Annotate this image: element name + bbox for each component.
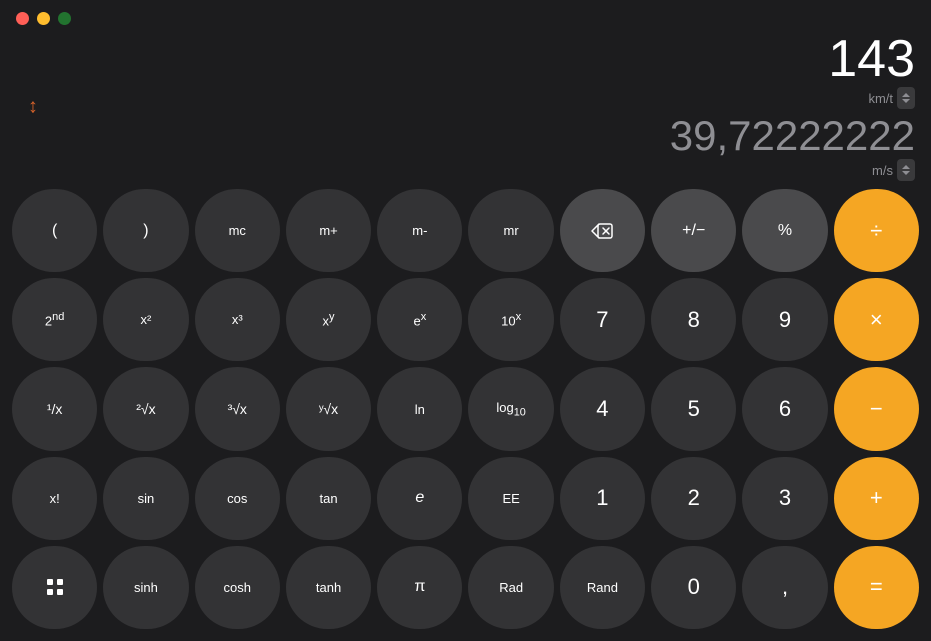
- four-button[interactable]: 4: [560, 367, 645, 450]
- second-button[interactable]: 2nd: [12, 278, 97, 361]
- keypad-row-1: ( ) mc m+ m- mr +/− % ÷: [12, 189, 919, 272]
- three-button[interactable]: 3: [742, 457, 827, 540]
- traffic-lights: [16, 12, 71, 25]
- one-over-x-button[interactable]: ¹/x: [12, 367, 97, 450]
- ten-to-x-button[interactable]: 10x: [468, 278, 553, 361]
- primary-display-value: 143: [828, 33, 915, 85]
- subtract-button[interactable]: −: [834, 367, 919, 450]
- y-root-button[interactable]: ʸ√x: [286, 367, 371, 450]
- mr-button[interactable]: mr: [468, 189, 553, 272]
- keypad-row-5: sinh cosh tanh π Rad Rand 0 , =: [12, 546, 919, 629]
- tan-button[interactable]: tan: [286, 457, 371, 540]
- rand-button[interactable]: Rand: [560, 546, 645, 629]
- factorial-button[interactable]: x!: [12, 457, 97, 540]
- ee-button[interactable]: EE: [468, 457, 553, 540]
- one-button[interactable]: 1: [560, 457, 645, 540]
- seven-button[interactable]: 7: [560, 278, 645, 361]
- minimize-button[interactable]: [37, 12, 50, 25]
- decimal-button[interactable]: ,: [742, 546, 827, 629]
- keypad-row-2: 2nd x² x³ xy ex 10x 7 8 9 ×: [12, 278, 919, 361]
- divide-button[interactable]: ÷: [834, 189, 919, 272]
- six-button[interactable]: 6: [742, 367, 827, 450]
- keypad-row-3: ¹/x ²√x ³√x ʸ√x ln log10 4 5 6 −: [12, 367, 919, 450]
- eight-button[interactable]: 8: [651, 278, 736, 361]
- display-area: 143 km/t ↕ 39,72222222 m/s: [0, 33, 931, 181]
- maximize-button[interactable]: [58, 12, 71, 25]
- keypad-row-4: x! sin cos tan e EE 1 2 3 +: [12, 457, 919, 540]
- plus-minus-button[interactable]: +/−: [651, 189, 736, 272]
- ln-button[interactable]: ln: [377, 367, 462, 450]
- secondary-unit-label: m/s: [872, 163, 893, 178]
- sinh-button[interactable]: sinh: [103, 546, 188, 629]
- close-paren-button[interactable]: ): [103, 189, 188, 272]
- keypad: ( ) mc m+ m- mr +/− % ÷ 2nd x² x³ xy ex …: [0, 181, 931, 641]
- add-button[interactable]: +: [834, 457, 919, 540]
- close-button[interactable]: [16, 12, 29, 25]
- log10-button[interactable]: log10: [468, 367, 553, 450]
- percent-button[interactable]: %: [742, 189, 827, 272]
- sin-button[interactable]: sin: [103, 457, 188, 540]
- cosh-button[interactable]: cosh: [195, 546, 280, 629]
- five-button[interactable]: 5: [651, 367, 736, 450]
- cube-root-button[interactable]: ³√x: [195, 367, 280, 450]
- zero-button[interactable]: 0: [651, 546, 736, 629]
- mc-button[interactable]: mc: [195, 189, 280, 272]
- rad-button[interactable]: Rad: [468, 546, 553, 629]
- x-to-y-button[interactable]: xy: [286, 278, 371, 361]
- m-minus-button[interactable]: m-: [377, 189, 462, 272]
- sort-icon[interactable]: ↕: [28, 96, 38, 118]
- tanh-button[interactable]: tanh: [286, 546, 371, 629]
- primary-unit-label: km/t: [868, 91, 893, 106]
- grid-button[interactable]: [12, 546, 97, 629]
- secondary-display-value: 39,72222222: [670, 115, 915, 157]
- backspace-button[interactable]: [560, 189, 645, 272]
- euler-button[interactable]: e: [377, 457, 462, 540]
- pi-button[interactable]: π: [377, 546, 462, 629]
- primary-unit-stepper[interactable]: [897, 87, 915, 109]
- cos-button[interactable]: cos: [195, 457, 280, 540]
- secondary-unit-stepper[interactable]: [897, 159, 915, 181]
- open-paren-button[interactable]: (: [12, 189, 97, 272]
- e-to-x-button[interactable]: ex: [377, 278, 462, 361]
- x-cubed-button[interactable]: x³: [195, 278, 280, 361]
- equals-button[interactable]: =: [834, 546, 919, 629]
- multiply-button[interactable]: ×: [834, 278, 919, 361]
- x-squared-button[interactable]: x²: [103, 278, 188, 361]
- title-bar: [0, 0, 931, 33]
- m-plus-button[interactable]: m+: [286, 189, 371, 272]
- two-button[interactable]: 2: [651, 457, 736, 540]
- nine-button[interactable]: 9: [742, 278, 827, 361]
- sqrt-button[interactable]: ²√x: [103, 367, 188, 450]
